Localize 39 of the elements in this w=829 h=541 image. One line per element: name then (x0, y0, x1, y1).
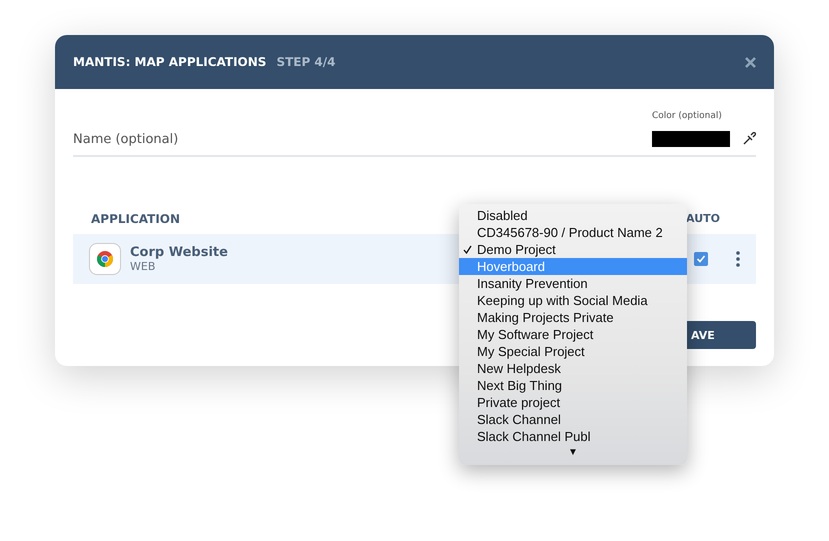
menu-item[interactable]: Slack Channel Publ (459, 428, 687, 445)
menu-item[interactable]: Making Projects Private (459, 309, 687, 326)
menu-item[interactable]: Slack Channel (459, 411, 687, 428)
menu-item-label: Disabled (477, 208, 528, 223)
color-swatch[interactable] (652, 131, 730, 147)
auto-checkbox[interactable] (694, 252, 708, 266)
menu-item[interactable]: My Software Project (459, 326, 687, 343)
name-field[interactable]: Name (optional) (73, 132, 652, 147)
menu-item[interactable]: New Helpdesk (459, 360, 687, 377)
app-name: Corp Website (130, 245, 228, 260)
menu-item-label: My Special Project (477, 344, 585, 359)
menu-item[interactable]: Private project (459, 394, 687, 411)
step-label: STEP 4/4 (276, 55, 337, 69)
menu-item-label: Keeping up with Social Media (477, 293, 648, 308)
menu-item[interactable]: Demo Project (459, 241, 687, 258)
menu-item-label: Private project (477, 395, 560, 410)
menu-item-label: Slack Channel Publ (477, 429, 590, 444)
check-icon (696, 254, 706, 264)
menu-item-label: Slack Channel (477, 412, 561, 427)
menu-item-label: My Software Project (477, 327, 594, 342)
eyedropper-icon[interactable] (742, 132, 756, 146)
menu-item-label: Demo Project (477, 242, 556, 257)
menu-item[interactable]: My Special Project (459, 343, 687, 360)
browser-icon (89, 243, 121, 275)
color-label: Color (optional) (652, 111, 723, 121)
column-header: AUTO (686, 212, 720, 226)
dialog-title: MANTIS: MAP APPLICATIONS (73, 55, 266, 69)
scroll-down-arrow[interactable]: ▼ (568, 447, 578, 458)
menu-item[interactable]: Disabled (459, 207, 687, 224)
menu-item[interactable]: Keeping up with Social Media (459, 292, 687, 309)
close-icon[interactable] (745, 56, 756, 68)
menu-item-label: Making Projects Private (477, 310, 614, 325)
more-icon[interactable] (736, 251, 740, 267)
menu-item-label: Next Big Thing (477, 378, 562, 393)
column-header: APPLICATION (91, 212, 180, 226)
menu-item-label: New Helpdesk (477, 361, 561, 376)
menu-item[interactable]: Next Big Thing (459, 377, 687, 394)
menu-item-label: Hoverboard (477, 259, 545, 274)
app-type: WEB (130, 260, 156, 273)
